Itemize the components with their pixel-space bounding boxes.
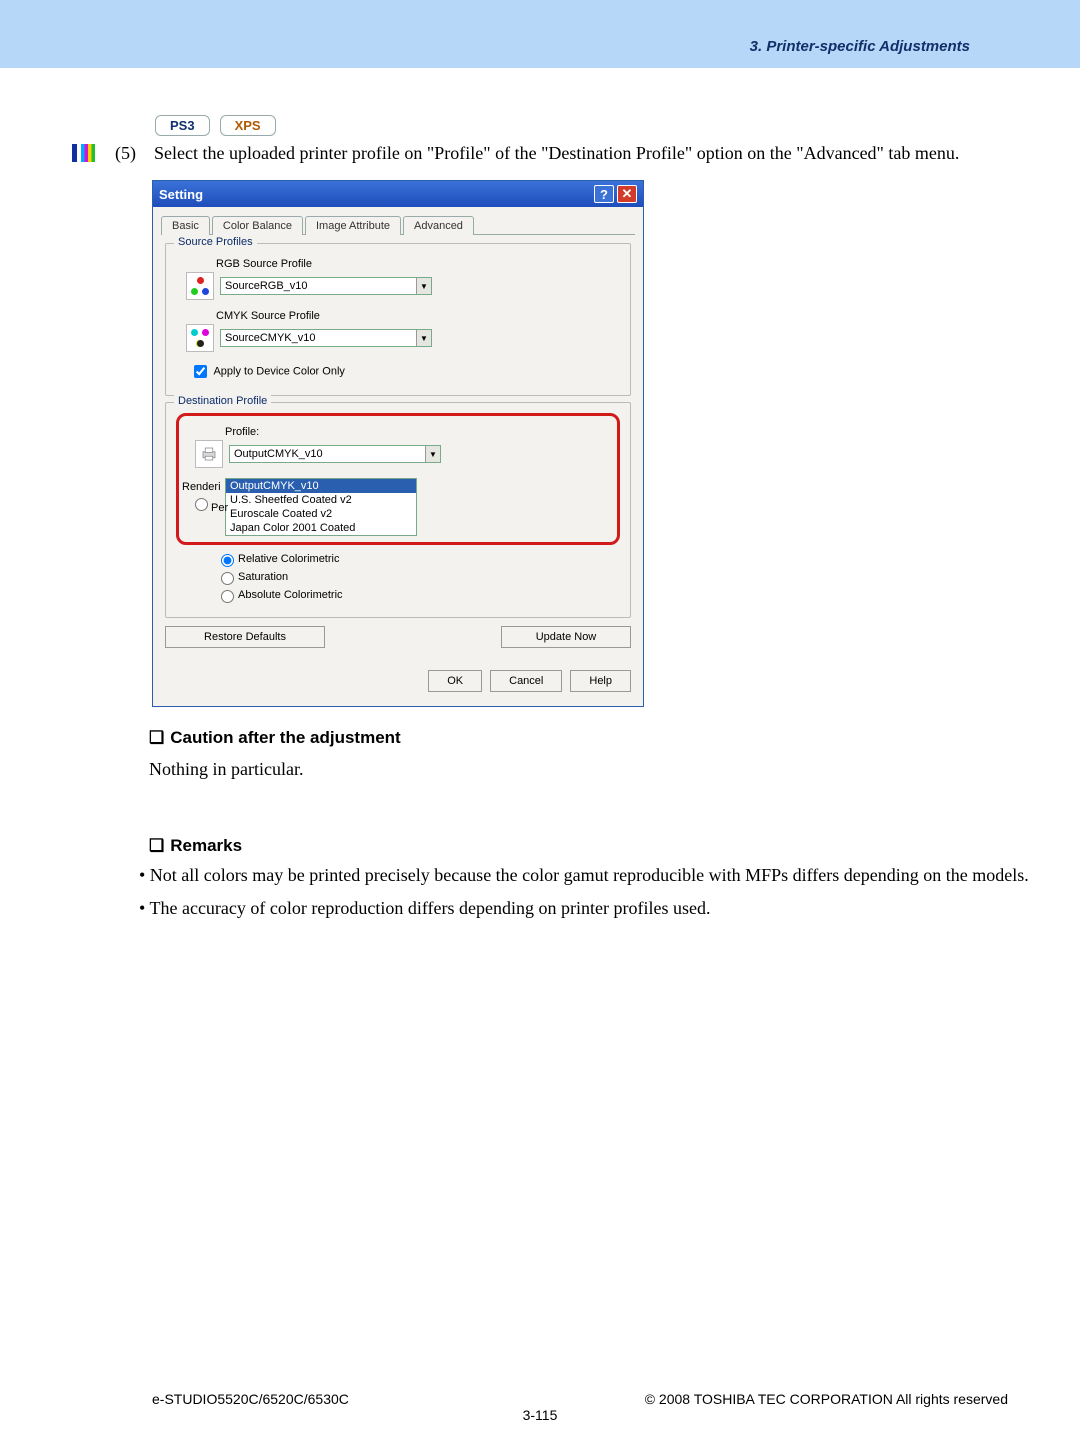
- cmyk-source-select[interactable]: SourceCMYK_v10 ▼: [220, 329, 432, 347]
- footer-copyright: © 2008 TOSHIBA TEC CORPORATION All right…: [645, 1391, 1008, 1407]
- profile-option[interactable]: U.S. Sheetfed Coated v2: [226, 493, 416, 507]
- profile-select[interactable]: OutputCMYK_v10 ▼: [229, 445, 441, 463]
- perceptual-radio-fragment: Per: [190, 495, 228, 514]
- saturation-label: Saturation: [238, 571, 288, 583]
- profile-highlight: Profile: OutputCMYK_v10 ▼ OutputCMYK_v10…: [176, 413, 620, 545]
- tab-image-attribute[interactable]: Image Attribute: [305, 216, 401, 235]
- cmyk-source-value: SourceCMYK_v10: [225, 332, 316, 344]
- remarks-list: • Not all colors may be printed precisel…: [139, 862, 1059, 922]
- apply-device-color-label: Apply to Device Color Only: [213, 365, 344, 377]
- tag-ps3: PS3: [155, 115, 210, 136]
- driver-tags: PS3 XPS: [155, 115, 282, 136]
- titlebar-close-button[interactable]: ✕: [617, 185, 637, 203]
- caution-body: Nothing in particular.: [149, 756, 949, 783]
- caution-heading: ❑Caution after the adjustment: [149, 728, 401, 748]
- tab-color-balance[interactable]: Color Balance: [212, 216, 303, 235]
- source-profiles-group: Source Profiles RGB Source Profile Sourc…: [165, 243, 631, 396]
- relative-colorimetric-radio[interactable]: [221, 554, 234, 567]
- update-now-button[interactable]: Update Now: [501, 626, 631, 648]
- remarks-bullet: • Not all colors may be printed precisel…: [139, 862, 1059, 889]
- source-profiles-legend: Source Profiles: [174, 236, 257, 248]
- destination-profile-group: Destination Profile Profile: OutputCMYK_…: [165, 402, 631, 618]
- chevron-down-icon: ▼: [416, 330, 431, 346]
- footer-page-number: 3-115: [0, 1407, 1080, 1423]
- dialog-title: Setting: [159, 187, 203, 202]
- destination-profile-legend: Destination Profile: [174, 395, 271, 407]
- perceptual-radio[interactable]: [195, 498, 208, 511]
- instruction-step: (5) Select the uploaded printer profile o…: [115, 140, 959, 167]
- remarks-bullet: • The accuracy of color reproduction dif…: [139, 895, 1059, 922]
- chevron-down-icon: ▼: [425, 446, 440, 462]
- remarks-heading: ❑Remarks: [149, 836, 242, 856]
- rendering-label-fragment: Renderi: [182, 481, 221, 493]
- step-number: (5): [115, 143, 136, 163]
- profile-label: Profile:: [225, 426, 611, 438]
- apply-device-color-checkbox[interactable]: [194, 365, 207, 378]
- tag-xps: XPS: [220, 115, 276, 136]
- tab-advanced[interactable]: Advanced: [403, 216, 474, 235]
- profile-option[interactable]: Japan Color 2001 Coated: [226, 521, 416, 535]
- restore-defaults-button[interactable]: Restore Defaults: [165, 626, 325, 648]
- profile-option[interactable]: Euroscale Coated v2: [226, 507, 416, 521]
- tab-strip: Basic Color Balance Image Attribute Adva…: [161, 215, 635, 235]
- setting-dialog: Setting ? ✕ Basic Color Balance Image At…: [152, 180, 644, 707]
- rgb-source-label: RGB Source Profile: [216, 258, 620, 270]
- step-text: Select the uploaded printer profile on "…: [154, 143, 959, 163]
- profile-option[interactable]: OutputCMYK_v10: [226, 479, 416, 493]
- rgb-icon: [186, 272, 214, 300]
- printer-icon: [195, 440, 223, 468]
- header-title: 3. Printer-specific Adjustments: [750, 38, 970, 55]
- titlebar-help-button[interactable]: ?: [594, 185, 614, 203]
- footer-model: e-STUDIO5520C/6520C/6530C: [152, 1391, 349, 1407]
- tab-basic[interactable]: Basic: [161, 216, 210, 235]
- titlebar: Setting ? ✕: [153, 181, 643, 207]
- absolute-colorimetric-label: Absolute Colorimetric: [238, 589, 343, 601]
- apply-device-color-row: Apply to Device Color Only: [190, 362, 620, 381]
- chevron-down-icon: ▼: [416, 278, 431, 294]
- profile-select-value: OutputCMYK_v10: [234, 448, 323, 460]
- rgb-source-value: SourceRGB_v10: [225, 280, 308, 292]
- color-bars-icon: [72, 144, 95, 162]
- rgb-source-select[interactable]: SourceRGB_v10 ▼: [220, 277, 432, 295]
- profile-options-list[interactable]: OutputCMYK_v10 U.S. Sheetfed Coated v2 E…: [225, 478, 417, 536]
- saturation-radio[interactable]: [221, 572, 234, 585]
- page-header: 3. Printer-specific Adjustments: [0, 0, 1080, 68]
- cmyk-source-label: CMYK Source Profile: [216, 310, 620, 322]
- cancel-button[interactable]: Cancel: [490, 670, 562, 692]
- ok-button[interactable]: OK: [428, 670, 482, 692]
- absolute-colorimetric-radio[interactable]: [221, 590, 234, 603]
- help-button[interactable]: Help: [570, 670, 631, 692]
- cmyk-icon: [186, 324, 214, 352]
- relative-colorimetric-label: Relative Colorimetric: [238, 553, 339, 565]
